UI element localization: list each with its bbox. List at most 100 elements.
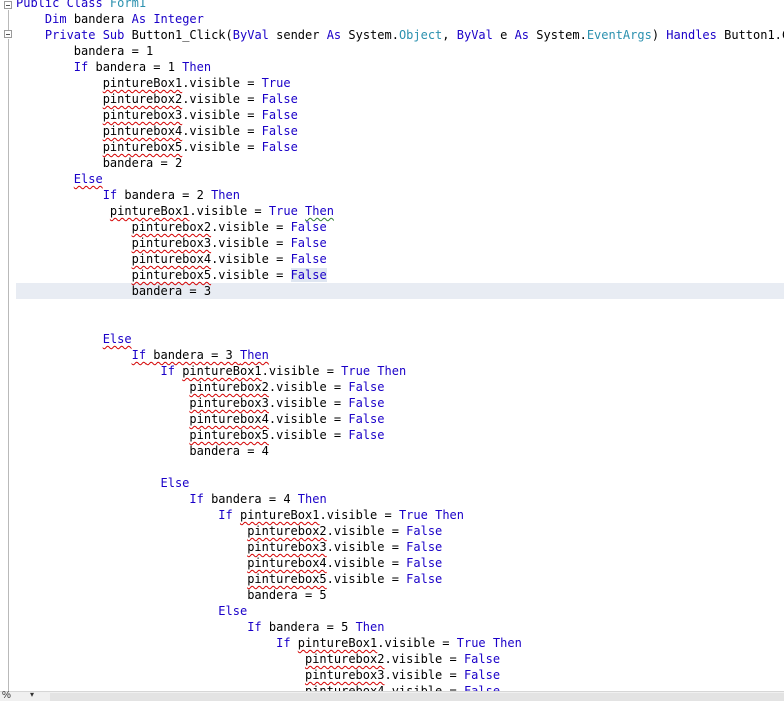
code-token: pinturebox5 xyxy=(131,268,212,282)
code-line[interactable]: Private Sub Button1_Click(ByVal sender A… xyxy=(16,27,784,43)
chevron-down-icon[interactable]: ▾ xyxy=(30,690,34,699)
code-token: System. xyxy=(341,28,399,42)
code-line[interactable] xyxy=(16,315,784,331)
code-line[interactable]: Else xyxy=(16,475,784,491)
code-line[interactable]: pinturebox4.visible = False xyxy=(16,251,784,267)
code-line[interactable]: Else xyxy=(16,171,784,187)
code-token: pintureBox1 xyxy=(297,636,378,650)
code-line[interactable]: If bandera = 5 Then xyxy=(16,619,784,635)
code-token: ) xyxy=(651,28,667,42)
code-token: If xyxy=(218,508,233,522)
code-token: pinturebox4 xyxy=(247,556,327,570)
code-token: bandera = 4 xyxy=(203,492,298,506)
code-line[interactable]: pinturebox5.visible = False xyxy=(16,571,784,587)
code-token: e xyxy=(492,28,515,42)
code-line[interactable] xyxy=(16,459,784,475)
code-line[interactable]: pinturebox4.visible = False xyxy=(16,123,784,139)
code-line[interactable] xyxy=(16,299,784,315)
code-token: If xyxy=(131,348,147,362)
code-token: Then xyxy=(377,364,407,378)
code-token: False xyxy=(290,236,327,250)
code-token: .visible = xyxy=(211,220,291,234)
code-line[interactable]: Public Class Form1 xyxy=(16,0,784,11)
code-token: False xyxy=(463,668,501,682)
code-line[interactable]: pinturebox2.visible = False xyxy=(16,651,784,667)
code-token: .visible = xyxy=(211,268,291,282)
code-token: True xyxy=(456,636,486,650)
code-line[interactable]: pinturebox4.visible = False xyxy=(16,411,784,427)
code-line[interactable]: bandera = 1 xyxy=(16,43,784,59)
code-line[interactable]: If bandera = 3 Then xyxy=(16,347,784,363)
code-editor[interactable]: Public Class Form1 Dim bandera As Intege… xyxy=(0,0,784,691)
code-token: .visible = xyxy=(384,684,464,691)
code-line[interactable]: pinturebox3.visible = False xyxy=(16,235,784,251)
code-token: Then xyxy=(182,60,212,74)
zoom-level[interactable]: % xyxy=(2,690,11,701)
code-line[interactable]: pinturebox5.visible = False xyxy=(16,139,784,155)
code-token: pinturebox5 xyxy=(189,428,269,442)
code-line[interactable]: pintureBox1.visible = True xyxy=(16,75,784,91)
code-line[interactable]: pinturebox3.visible = False xyxy=(16,539,784,555)
code-token: False xyxy=(406,540,443,554)
collapse-class-icon[interactable] xyxy=(4,1,12,9)
code-line[interactable]: bandera = 3 xyxy=(16,283,784,299)
code-text[interactable]: Public Class Form1 Dim bandera As Intege… xyxy=(16,0,784,691)
code-token: False xyxy=(463,684,501,691)
code-token: , xyxy=(442,28,457,42)
code-line[interactable]: If pintureBox1.visible = True Then xyxy=(16,507,784,523)
code-token: pinturebox5 xyxy=(102,140,183,154)
code-token: .visible = xyxy=(326,556,407,570)
code-line[interactable]: pinturebox5.visible = False xyxy=(16,267,784,283)
code-token: False xyxy=(348,396,385,410)
code-line[interactable]: bandera = 4 xyxy=(16,443,784,459)
code-token: True xyxy=(261,76,291,90)
code-line[interactable]: If bandera = 1 Then xyxy=(16,59,784,75)
code-token: False xyxy=(261,92,298,106)
code-line[interactable]: pinturebox4.visible = False xyxy=(16,555,784,571)
code-token: pinturebox2 xyxy=(102,92,183,106)
code-line[interactable]: Else xyxy=(16,603,784,619)
code-token: EventArgs xyxy=(586,28,652,42)
code-line[interactable]: pinturebox4.visible = False xyxy=(16,683,784,691)
code-token: bandera = 3 xyxy=(146,348,240,362)
code-line[interactable]: pinturebox3.visible = False xyxy=(16,107,784,123)
code-line[interactable]: If pintureBox1.visible = True Then xyxy=(16,635,784,651)
code-token: Then xyxy=(211,188,240,202)
code-token: .visible = xyxy=(384,652,464,666)
code-line[interactable]: pinturebox2.visible = False xyxy=(16,91,784,107)
code-line[interactable]: pinturebox2.visible = False xyxy=(16,379,784,395)
collapse-sub-icon[interactable] xyxy=(4,30,12,38)
code-token: pinturebox3 xyxy=(189,396,269,410)
code-line[interactable]: pinturebox5.visible = False xyxy=(16,427,784,443)
code-token: True xyxy=(398,508,428,522)
status-bar: % ▾ xyxy=(0,690,784,701)
code-line[interactable]: pinturebox3.visible = False xyxy=(16,395,784,411)
code-token: .visible = xyxy=(377,636,457,650)
code-line[interactable]: pintureBox1.visible = True Then xyxy=(16,203,784,219)
code-line[interactable]: If bandera = 4 Then xyxy=(16,491,784,507)
code-token: Button1_Click( xyxy=(124,28,233,42)
code-token: .visible = xyxy=(268,380,349,394)
code-line[interactable]: Dim bandera As Integer xyxy=(16,11,784,27)
code-token: As xyxy=(326,28,342,42)
code-line[interactable]: Else xyxy=(16,331,784,347)
code-line[interactable]: bandera = 2 xyxy=(16,155,784,171)
code-line[interactable]: pinturebox2.visible = False xyxy=(16,219,784,235)
code-line[interactable]: pinturebox3.visible = False xyxy=(16,667,784,683)
code-line[interactable]: If pintureBox1.visible = True Then xyxy=(16,363,784,379)
horizontal-scrollbar[interactable] xyxy=(50,693,784,701)
code-line[interactable]: If bandera = 2 Then xyxy=(16,187,784,203)
code-line[interactable]: pinturebox2.visible = False xyxy=(16,523,784,539)
code-line[interactable]: bandera = 5 xyxy=(16,587,784,603)
code-token: Else xyxy=(160,476,190,490)
